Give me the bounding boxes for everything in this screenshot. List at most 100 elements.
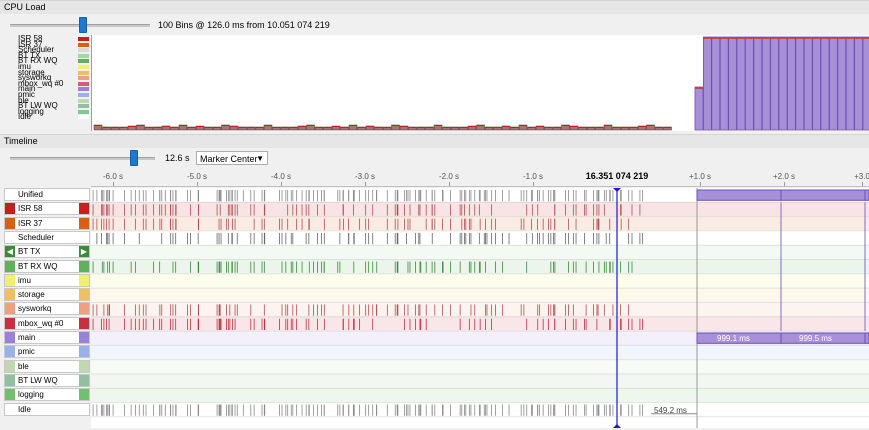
row-label-main[interactable]: main [4, 331, 90, 344]
cpu-bins-slider-thumb[interactable] [79, 17, 87, 33]
row-label-scheduler[interactable]: Scheduler [4, 230, 90, 244]
cpu-load-bar-top [779, 37, 787, 39]
ruler-tick-label: -3.0 s [354, 172, 376, 181]
cpu-load-bar-top [298, 126, 306, 127]
cpu-load-bar [820, 36, 830, 131]
row-label-bt-tx[interactable]: BT TX ◀ ▶ [4, 245, 90, 259]
row-label-imu[interactable]: imu [4, 273, 90, 287]
ruler-tick-mark [449, 182, 450, 186]
row-label-ble[interactable]: ble [4, 359, 90, 373]
cpu-load-bar-top [863, 37, 869, 39]
row-color-swatch [5, 317, 15, 329]
row-label-isr-58[interactable]: ISR 58 [4, 202, 90, 216]
cpu-load-bar-top [281, 127, 289, 128]
prev-event-icon[interactable]: ◀ [5, 246, 15, 258]
row-label-isr-37[interactable]: ISR 37 [4, 216, 90, 230]
row-color-swatch [79, 317, 89, 329]
row-label-bt-rx-wq[interactable]: BT RX WQ [4, 259, 90, 273]
ruler-tick-mark [533, 182, 534, 186]
cpu-load-bar-top [837, 37, 846, 39]
row-label-sysworkq[interactable]: sysworkq [4, 302, 90, 316]
row-label-mbox-wq-0[interactable]: mbox_wq #0 [4, 316, 90, 330]
ruler-tick-label: +3.0 [854, 172, 869, 181]
unified-task-block [780, 189, 866, 201]
cpu-load-bar-top [468, 126, 476, 127]
ruler-tick-mark [700, 182, 701, 186]
main-task-block [864, 332, 869, 344]
cpu-load-bar-top [238, 127, 247, 128]
cpu-load-svg [93, 36, 869, 131]
ruler-tick-label: -4.0 s [270, 172, 292, 181]
cpu-load-bar [753, 36, 763, 131]
cpu-load-bar [845, 36, 855, 131]
cpu-load-bar-top [485, 127, 493, 128]
cpu-load-bar-top [745, 37, 754, 39]
row-label-text: Unified [18, 190, 43, 199]
cpu-load-bar-top [787, 37, 796, 39]
timeline-row-background [91, 273, 869, 289]
row-label-text: main [18, 333, 36, 342]
row-color-swatch [5, 303, 15, 315]
cpu-load-bar [761, 36, 771, 131]
cpu-bins-text: 100 Bins @ 126.0 ms from 10.051 074 219 [158, 20, 330, 30]
cpu-load-bar-top [332, 126, 340, 127]
row-color-swatch [79, 389, 89, 401]
row-label-unified[interactable]: Unified [4, 188, 90, 201]
chevron-down-icon: ▼ [256, 154, 264, 163]
cpu-load-bar-top [162, 126, 170, 127]
row-label-storage[interactable]: storage [4, 288, 90, 302]
cpu-load-bar-top [196, 126, 204, 127]
next-event-icon[interactable]: ▶ [79, 246, 89, 258]
idle-duration-label: 549.2 ms [654, 406, 687, 415]
cpu-legend-swatch [78, 87, 89, 92]
cpu-load-bar [803, 36, 813, 131]
cpu-load-bar-top [383, 127, 391, 128]
ruler-tick-label: +2.0 s [772, 172, 796, 181]
cpu-load-bar-top [179, 125, 187, 126]
cpu-load-bar-top [349, 125, 357, 126]
row-label-logging[interactable]: logging [4, 388, 90, 402]
cpu-load-bar-top [663, 127, 672, 128]
time-ruler[interactable]: -6.0 s -5.0 s -4.0 s -3.0 s -2.0 s -1.0 s +1.0… [91, 168, 869, 187]
cpu-load-bar-top [753, 37, 762, 39]
row-color-swatch [5, 360, 15, 372]
cpu-load-bar-top [374, 127, 383, 128]
cpu-load-bar-top [434, 125, 442, 126]
row-label-pmic[interactable]: pmic [4, 345, 90, 359]
cpu-load-bar-top [111, 127, 119, 128]
cpu-legend-swatch [78, 93, 89, 97]
marker-time-label: 16.351 074 219 [585, 171, 649, 181]
timeline-plot[interactable]: 999.1 ms 999.5 ms 549.2 ms [91, 188, 869, 428]
cpu-load-bar-top [408, 127, 417, 128]
cpu-legend-swatch [78, 76, 89, 81]
ruler-tick-label: -1.0 s [522, 172, 544, 181]
ruler-tick-mark [862, 182, 863, 186]
cpu-legend-swatch [78, 104, 89, 109]
cpu-legend-swatch [78, 81, 89, 86]
cpu-legend-label: Idle [18, 112, 31, 122]
cpu-load-bar-top [493, 127, 502, 128]
cpu-load-bar-top [391, 125, 400, 126]
cpu-load-bar-top [264, 125, 272, 126]
cpu-load-bar-top [711, 37, 720, 39]
cpu-load-bar-top [366, 126, 374, 127]
cpu-load-bar-top [720, 37, 729, 39]
row-label-text: BT RX WQ [18, 261, 58, 271]
cpu-load-bar [837, 36, 847, 131]
row-label-bt-lw-wq[interactable]: BT LW WQ [4, 373, 90, 387]
cpu-load-bar [778, 36, 788, 131]
cpu-load-bar-top [187, 127, 196, 128]
row-label-text: pmic [18, 347, 35, 357]
ruler-tick-mark [365, 182, 366, 186]
cpu-load-bar-top [646, 125, 655, 126]
row-color-swatch [79, 303, 89, 315]
cpu-load-bar-top [340, 127, 349, 128]
cpu-load-bar-top [846, 37, 855, 39]
cpu-load-bar-top [655, 127, 663, 128]
zoom-slider-thumb[interactable] [130, 150, 138, 166]
row-label-idle[interactable]: Idle [4, 402, 90, 416]
cpu-load-bar-top [272, 127, 281, 128]
marker-mode-select[interactable]: Marker Center ▼ [196, 151, 268, 165]
row-color-swatch [79, 260, 89, 272]
cpu-load-bar-top [230, 126, 238, 127]
